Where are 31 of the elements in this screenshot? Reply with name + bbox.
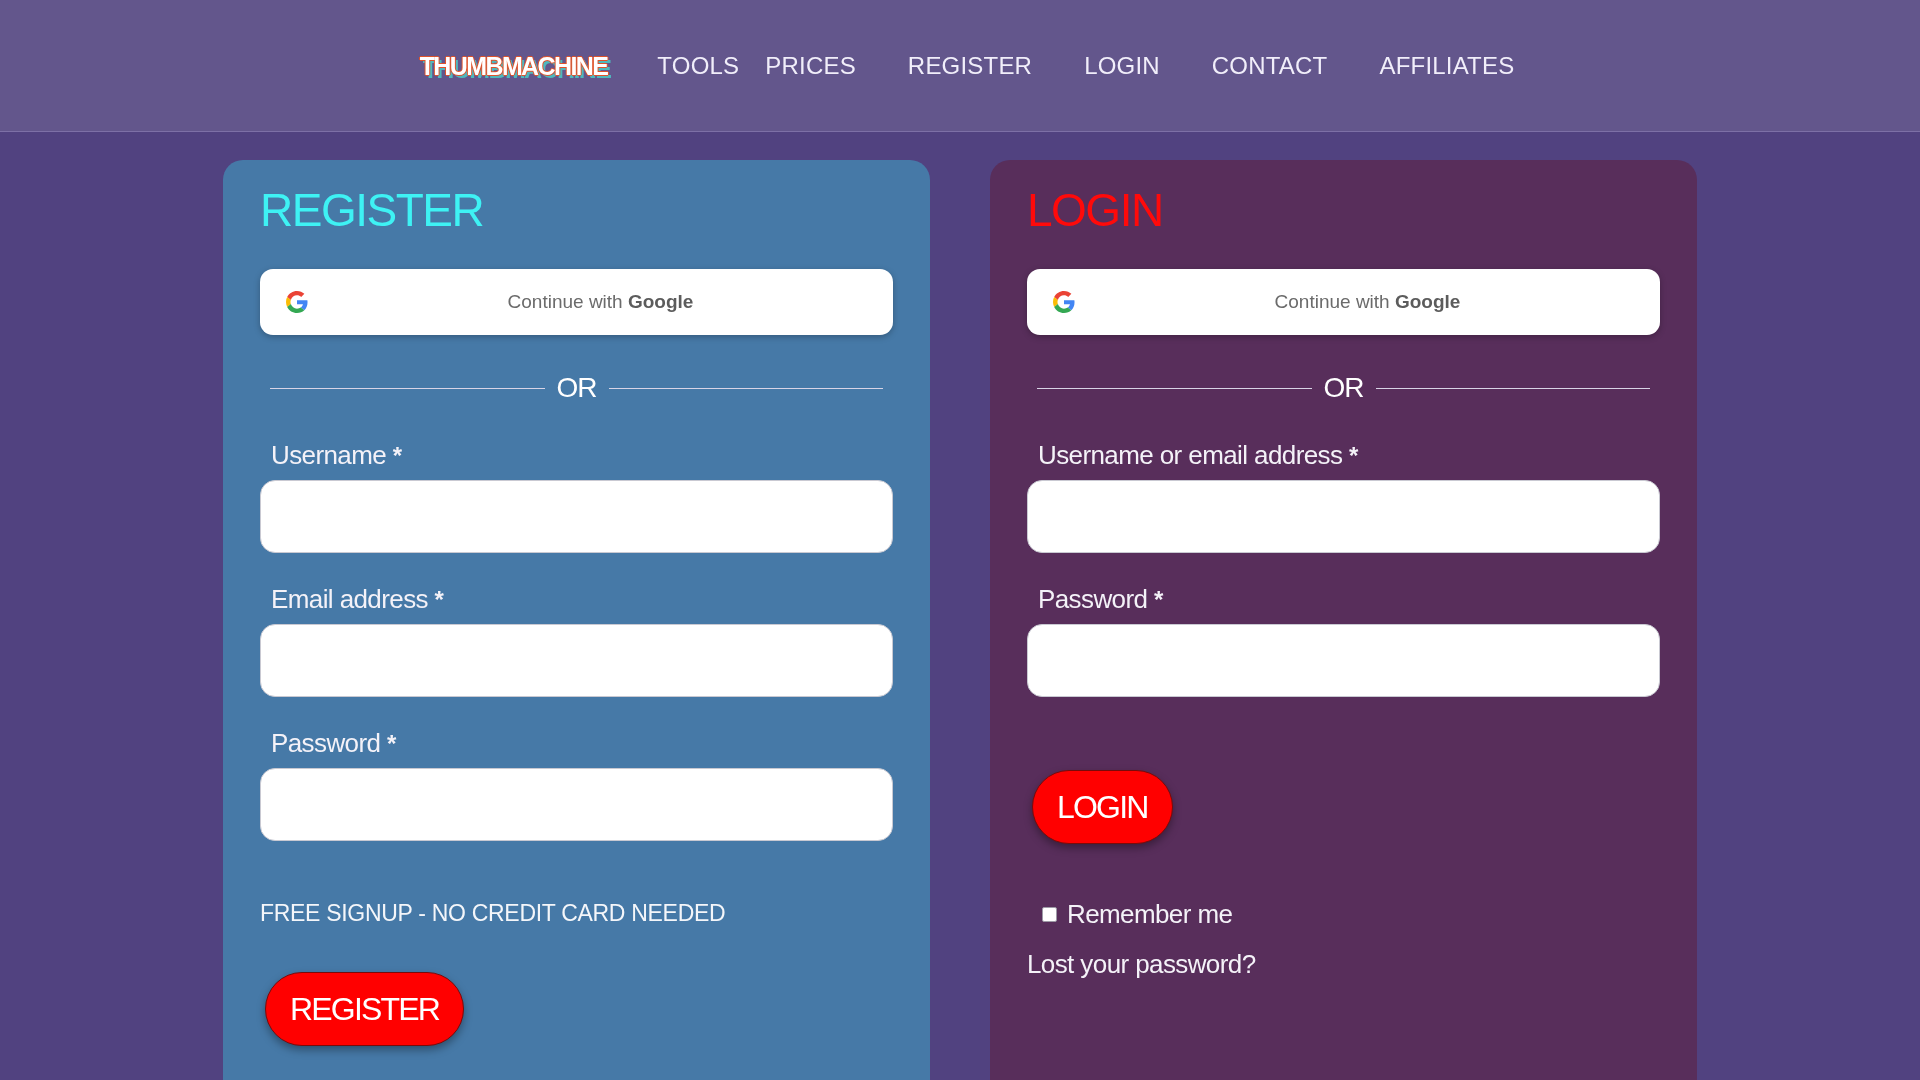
google-sign-in-button[interactable]: Continue with Google xyxy=(1027,269,1660,335)
input-field[interactable] xyxy=(260,768,893,841)
nav-link[interactable]: TOOLS xyxy=(657,48,740,83)
divider-label: OR xyxy=(556,371,597,405)
divider-label: OR xyxy=(1323,371,1364,405)
signup-note: FREE SIGNUP - NO CREDIT CARD NEEDED xyxy=(260,899,726,928)
nav-link[interactable]: PRICES xyxy=(765,48,856,83)
lost-password-link[interactable]: Lost your password? xyxy=(1027,949,1256,979)
field-label: Password * xyxy=(1038,583,1163,616)
letter-g-icon xyxy=(286,291,308,313)
checkbox[interactable] xyxy=(1042,906,1057,922)
input-field[interactable] xyxy=(260,480,893,553)
site-logo[interactable]: THUMBMACHINE xyxy=(419,48,608,83)
field-label: Email address * xyxy=(271,583,444,616)
register-button[interactable]: REGISTER xyxy=(265,972,465,1046)
input-field[interactable] xyxy=(1027,624,1660,697)
input-field[interactable] xyxy=(260,624,893,697)
form-title: LOGIN xyxy=(1027,183,1163,238)
login-button[interactable]: LOGIN xyxy=(1032,770,1173,844)
field-label: Password * xyxy=(271,727,396,760)
nav-link[interactable]: LOGIN xyxy=(1084,48,1160,83)
form-title: REGISTER xyxy=(260,183,484,238)
field-label: Username or email address * xyxy=(1038,439,1358,472)
nav-link[interactable]: AFFILIATES xyxy=(1379,48,1515,83)
checkbox-label: Remember me xyxy=(1067,899,1233,929)
google-sign-in-button[interactable]: Continue with Google xyxy=(260,269,893,335)
input-field[interactable] xyxy=(1027,480,1660,553)
field-label: Username * xyxy=(271,439,402,472)
letter-g-icon xyxy=(1053,291,1075,313)
nav-link[interactable]: CONTACT xyxy=(1211,48,1328,83)
nav-link[interactable]: REGISTER xyxy=(907,48,1033,83)
